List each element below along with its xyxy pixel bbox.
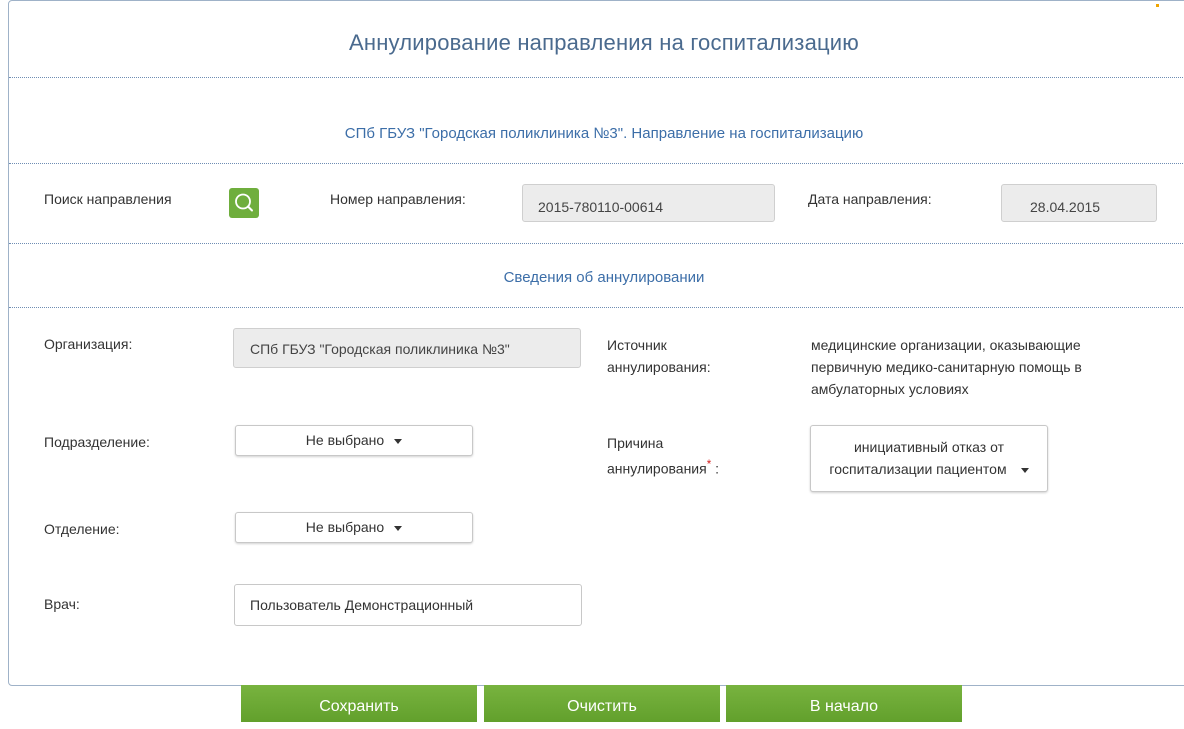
reason-selected-value-line: инициативный отказ от bbox=[853, 439, 1004, 455]
source-value-line: амбулаторных условиях bbox=[811, 381, 969, 397]
source-value-line: медицинские организации, оказывающие bbox=[811, 337, 1081, 353]
search-label: Поиск направления bbox=[44, 191, 172, 207]
division-selected-value: Не выбрано bbox=[305, 432, 385, 448]
referral-date-label: Дата направления: bbox=[808, 191, 932, 207]
referral-number-label: Номер направления: bbox=[330, 191, 466, 207]
divider bbox=[9, 307, 1184, 308]
home-button[interactable]: В начало bbox=[726, 685, 962, 722]
annulment-section-title: Сведения об аннулировании bbox=[503, 269, 705, 286]
search-referral-button[interactable] bbox=[229, 188, 259, 218]
department-label: Отделение: bbox=[44, 521, 120, 537]
reason-selected-value-line: госпитализации пациентом bbox=[829, 461, 1007, 477]
page-title: Аннулирование направления на госпитализа… bbox=[348, 30, 859, 55]
save-button[interactable]: Сохранить bbox=[241, 685, 477, 722]
organization-section-title: СПб ГБУЗ "Городская поликлиника №3". Нап… bbox=[344, 125, 864, 142]
organization-field: СПб ГБУЗ "Городская поликлиника №3" bbox=[233, 328, 581, 368]
referral-date-field: 28.04.2015 bbox=[1001, 184, 1157, 222]
chevron-down-icon bbox=[394, 525, 403, 531]
annulment-reason-label: Причина аннулирования* : bbox=[607, 432, 719, 480]
referral-number-field: 2015-780110-00614 bbox=[522, 184, 775, 222]
clear-button[interactable]: Очистить bbox=[484, 685, 720, 722]
divider bbox=[9, 77, 1184, 78]
source-label-line: аннулирования: bbox=[607, 359, 711, 375]
divider bbox=[9, 243, 1184, 244]
doctor-field[interactable] bbox=[234, 584, 582, 626]
annulment-source-label: Источник аннулирования: bbox=[607, 334, 711, 378]
doctor-label: Врач: bbox=[44, 596, 80, 612]
reason-label-line: Причина bbox=[607, 435, 664, 451]
organization-label: Организация: bbox=[44, 336, 133, 352]
chevron-down-icon bbox=[1020, 467, 1029, 473]
reason-label-line: аннулирования* : bbox=[607, 454, 719, 480]
reason-label-colon: : bbox=[711, 460, 720, 477]
annulment-panel: Аннулирование направления на госпитализа… bbox=[8, 0, 1184, 686]
department-selected-value: Не выбрано bbox=[305, 519, 385, 535]
reason-label-text: аннулирования bbox=[607, 460, 707, 477]
annulment-source-value: медицинские организации, оказывающие пер… bbox=[811, 334, 1082, 400]
source-label-line: Источник bbox=[607, 337, 667, 353]
department-dropdown[interactable]: Не выбрано bbox=[235, 512, 473, 543]
divider bbox=[9, 163, 1184, 164]
annulment-reason-dropdown[interactable]: инициативный отказ от госпитализации пац… bbox=[810, 425, 1048, 492]
division-dropdown[interactable]: Не выбрано bbox=[235, 425, 473, 456]
division-label: Подразделение: bbox=[44, 434, 150, 450]
chevron-down-icon bbox=[394, 438, 403, 444]
corner-indicator bbox=[1156, 4, 1159, 7]
source-value-line: первичную медико-санитарную помощь в bbox=[811, 359, 1082, 375]
search-icon bbox=[235, 193, 253, 212]
